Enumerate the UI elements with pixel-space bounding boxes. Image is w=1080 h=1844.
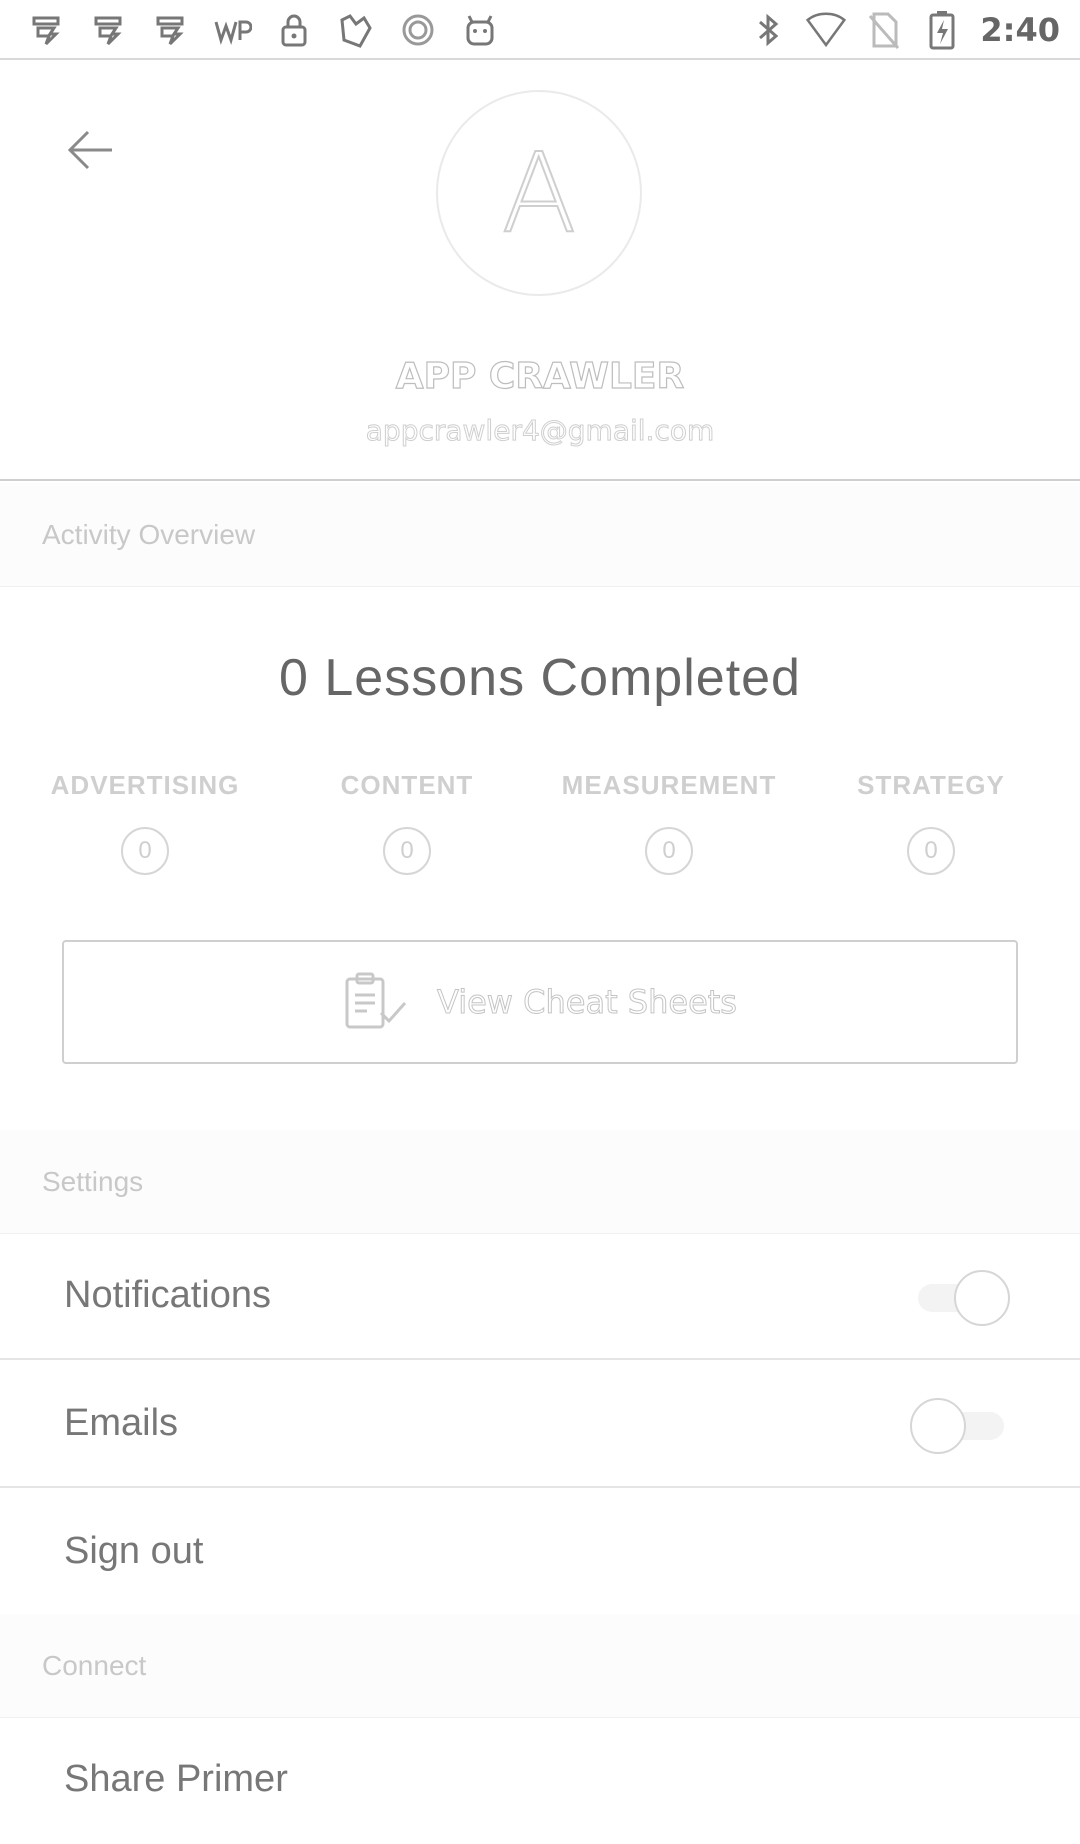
category-content: CONTENT 0 [276,770,538,875]
share-primer-row[interactable]: Share Primer [0,1718,1080,1844]
status-time: 2:40 [980,11,1060,49]
user-name: APP CRAWLER [395,355,685,397]
category-stats: ADVERTISING 0 CONTENT 0 MEASUREMENT 0 ST… [0,770,1080,890]
category-count: 0 [383,827,431,875]
emails-toggle[interactable] [910,1398,1010,1454]
category-count: 0 [907,827,955,875]
category-label: MEASUREMENT [561,770,777,800]
app-notification-icon [88,10,128,50]
category-strategy: STRATEGY 0 [800,770,1062,875]
android-icon [460,10,500,50]
share-primer-label: Share Primer [64,1758,288,1800]
status-bar-right: 2:40 [748,10,1060,50]
user-email: appcrawler4@gmail.com [365,414,715,448]
category-count: 0 [121,827,169,875]
category-advertising: ADVERTISING 0 [14,770,276,875]
toggle-knob [954,1270,1010,1326]
settings-title: Settings [42,1166,144,1197]
settings-section-header: Settings [0,1130,1080,1234]
lessons-completed: 0 Lessons Completed [279,649,801,707]
no-sim-icon [864,10,904,50]
arrow-left-icon [67,130,112,170]
emails-label: Emails [64,1402,179,1444]
status-bar: 2:40 [0,0,1080,60]
category-label: CONTENT [340,770,474,800]
view-cheat-sheets-button[interactable]: View Cheat Sheets [62,940,1018,1064]
emails-row[interactable]: Emails [0,1362,1080,1488]
avatar: A [436,90,642,296]
back-button[interactable] [60,120,120,180]
notifications-toggle[interactable] [910,1270,1010,1326]
wp-icon [212,10,252,50]
activity-overview-section-header: Activity Overview [0,483,1080,587]
bluetooth-icon [748,10,788,50]
app-notification-icon [150,10,190,50]
notifications-row[interactable]: Notifications [0,1234,1080,1360]
photo-icon [336,10,376,50]
avatar-letter: A [500,129,577,257]
sync-icon [398,10,438,50]
status-bar-left [26,10,500,50]
category-label: ADVERTISING [50,770,240,800]
sign-out-label: Sign out [64,1530,204,1572]
category-label: STRATEGY [857,770,1005,800]
activity-overview-title: Activity Overview [42,519,256,550]
connect-title: Connect [42,1650,147,1681]
clipboard-check-icon [345,972,407,1029]
sign-out-row[interactable]: Sign out [0,1490,1080,1616]
header-divider [0,479,1080,481]
connect-section-header: Connect [0,1614,1080,1718]
view-cheat-sheets-label: View Cheat Sheets [437,983,738,1022]
category-count: 0 [645,827,693,875]
category-measurement: MEASUREMENT 0 [538,770,800,875]
lock-icon [274,10,314,50]
app-notification-icon [26,10,66,50]
wifi-icon [806,10,847,50]
notifications-label: Notifications [64,1274,271,1316]
toggle-knob [910,1398,966,1454]
battery-charging-icon [922,10,962,50]
